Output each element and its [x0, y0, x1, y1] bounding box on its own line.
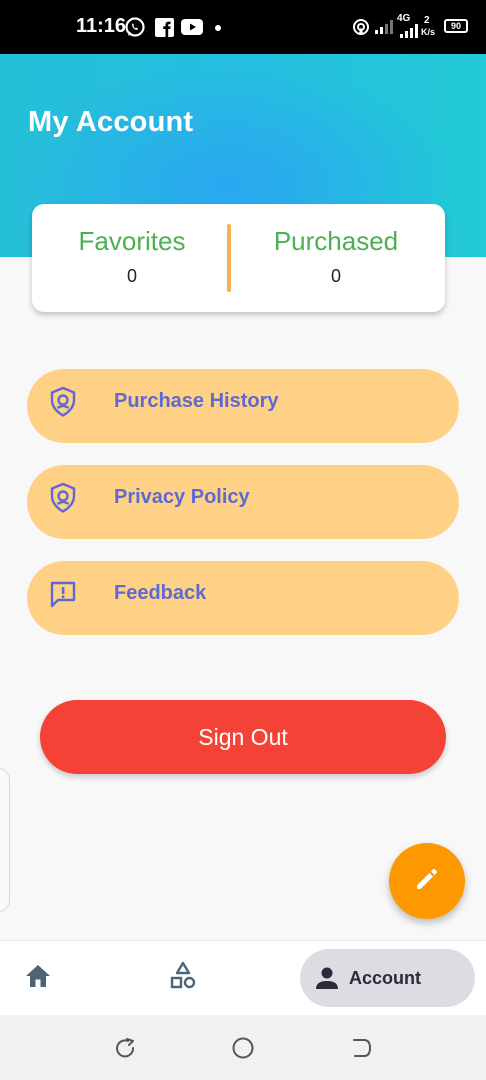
- stats-divider: [227, 224, 231, 292]
- categories-icon: [168, 961, 198, 996]
- purchased-label: Purchased: [273, 226, 399, 256]
- purchased-count: 0: [330, 266, 341, 286]
- edit-fab-button[interactable]: [389, 843, 465, 919]
- shield-account-icon: [49, 386, 77, 418]
- feedback-icon: [49, 578, 77, 610]
- facebook-icon: [155, 16, 174, 38]
- recents-icon[interactable]: [112, 1035, 138, 1061]
- bottom-navigation: Account: [0, 940, 486, 1015]
- youtube-icon: [181, 16, 203, 38]
- menu-item-purchase-history[interactable]: Purchase History: [27, 369, 459, 443]
- edit-pencil-icon: [414, 866, 440, 897]
- network-speed: 2: [424, 15, 430, 26]
- battery-icon: 90: [444, 19, 468, 33]
- system-navigation-bar: [0, 1015, 486, 1080]
- notification-dot: [215, 25, 221, 31]
- favorites-stat[interactable]: Favorites 0: [32, 226, 232, 287]
- home-icon: [24, 963, 52, 994]
- page-title: My Account: [28, 106, 194, 138]
- signal-icon: [375, 16, 393, 38]
- network-speed-unit: K/s: [421, 27, 436, 37]
- stats-card: Favorites 0 Purchased 0: [32, 204, 445, 312]
- nav-home-button[interactable]: [22, 963, 54, 993]
- favorites-label: Favorites: [78, 226, 186, 256]
- nav-categories-button[interactable]: [166, 961, 200, 995]
- account-icon: [314, 965, 340, 991]
- home-circle-icon[interactable]: [230, 1035, 256, 1061]
- menu-item-privacy-policy[interactable]: Privacy Policy: [27, 465, 459, 539]
- nav-account-button[interactable]: Account: [300, 949, 475, 1007]
- hotspot-icon: [352, 16, 370, 38]
- signal-4g-icon: [400, 20, 418, 42]
- menu-label-privacy-policy: Privacy Policy: [114, 486, 250, 508]
- menu-item-feedback[interactable]: Feedback: [27, 561, 459, 635]
- purchased-stat[interactable]: Purchased 0: [236, 226, 436, 287]
- whatsapp-icon: [124, 16, 146, 38]
- back-icon[interactable]: [349, 1035, 375, 1061]
- sign-out-button[interactable]: Sign Out: [40, 700, 446, 774]
- favorites-count: 0: [126, 266, 137, 286]
- nav-account-label: Account: [349, 967, 421, 988]
- side-panel-edge[interactable]: [0, 768, 10, 912]
- status-bar: 11:16 4G 2 K/s 90: [0, 0, 486, 54]
- menu-label-purchase-history: Purchase History: [114, 390, 279, 412]
- menu-label-feedback: Feedback: [114, 582, 207, 604]
- shield-account-icon: [49, 482, 77, 514]
- status-time: 11:16: [76, 15, 127, 37]
